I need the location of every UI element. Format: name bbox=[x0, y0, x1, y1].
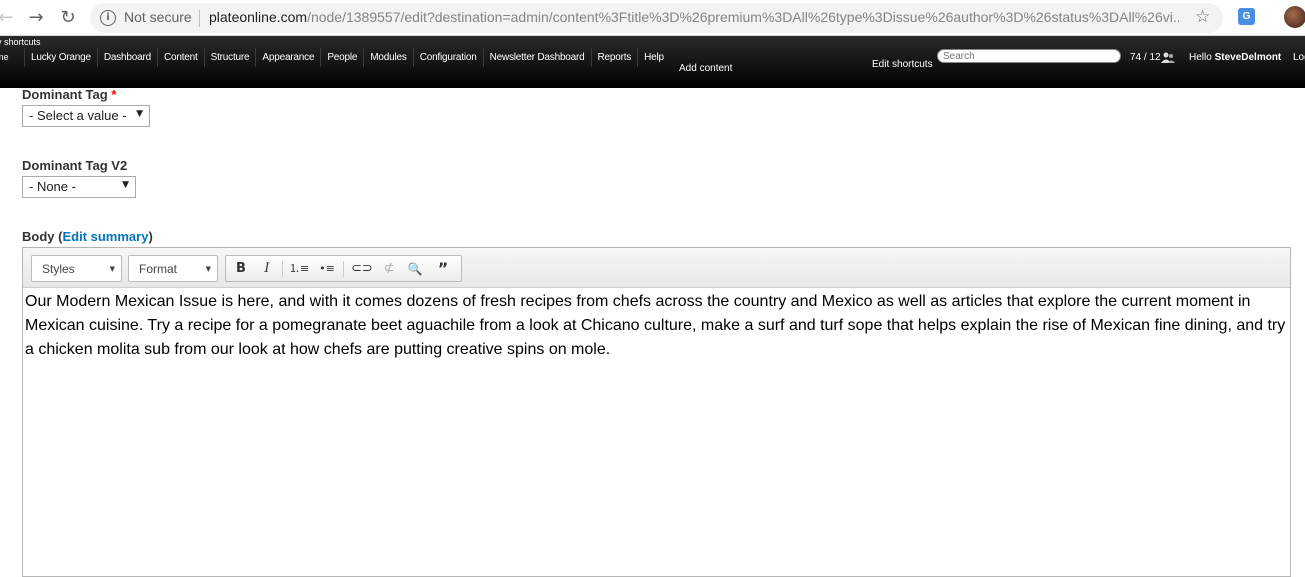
hello-user: Hello SteveDelmont bbox=[1189, 52, 1281, 63]
forward-icon[interactable]: → bbox=[24, 6, 48, 30]
node-edit-form: Dominant Tag * - Select a value - ▼ Domi… bbox=[0, 87, 1305, 577]
menu-item-dashboard[interactable]: Dashboard bbox=[96, 48, 157, 67]
body-label-prefix: Body ( bbox=[22, 229, 63, 244]
format-label: Format bbox=[139, 262, 178, 276]
edit-shortcuts-link[interactable]: Edit shortcuts bbox=[872, 59, 933, 70]
edit-summary-link[interactable]: Edit summary bbox=[62, 229, 148, 244]
dominant-tag-label-text: Dominant Tag bbox=[22, 87, 108, 102]
menu-item-people[interactable]: People bbox=[320, 48, 363, 67]
menu-item-modules[interactable]: Modules bbox=[363, 48, 412, 67]
admin-toolbar: v shortcuts me Lucky Orange Dashboard Co… bbox=[0, 36, 1305, 88]
dominant-tag-select[interactable]: - Select a value - ▼ bbox=[22, 105, 150, 127]
dominant-tag-v2-value: - None - bbox=[29, 179, 76, 194]
format-dropdown[interactable]: Format ▼ bbox=[128, 255, 218, 282]
online-user-count: 74 / 12 bbox=[1130, 52, 1161, 63]
italic-icon[interactable]: I bbox=[257, 259, 277, 279]
reload-icon[interactable]: ↻ bbox=[56, 6, 80, 30]
dominant-tag-value: - Select a value - bbox=[29, 108, 127, 123]
bulleted-list-icon[interactable]: •≡ bbox=[317, 259, 337, 279]
bookmark-star-icon[interactable]: ☆ bbox=[1195, 7, 1210, 27]
home-link[interactable]: me bbox=[0, 52, 9, 62]
bold-icon[interactable]: B bbox=[231, 259, 251, 279]
username-link[interactable]: SteveDelmont bbox=[1215, 52, 1282, 63]
translate-extension-icon[interactable]: G bbox=[1238, 8, 1255, 25]
body-label-suffix: ) bbox=[148, 229, 153, 244]
formatting-buttons: B I ⒈≡ •≡ ⊂⊃ ⊄ 🔍 ” bbox=[225, 255, 462, 282]
editor-toolbar: Styles ▼ Format ▼ B I ⒈≡ •≡ ⊂⊃ ⊄ 🔍 ” bbox=[23, 248, 1290, 288]
add-content-link[interactable]: Add content bbox=[679, 63, 732, 74]
menu-item-newsletter-dashboard[interactable]: Newsletter Dashboard bbox=[482, 48, 591, 67]
menu-item-help[interactable]: Help bbox=[637, 48, 670, 67]
info-icon[interactable]: i bbox=[100, 10, 116, 26]
security-label: Not secure bbox=[124, 9, 192, 25]
menu-item-configuration[interactable]: Configuration bbox=[412, 48, 483, 67]
menu-item-reports[interactable]: Reports bbox=[590, 48, 638, 67]
numbered-list-icon[interactable]: ⒈≡ bbox=[289, 259, 309, 279]
back-icon[interactable]: ← bbox=[0, 6, 18, 30]
required-mark: * bbox=[111, 87, 117, 102]
unlink-icon[interactable]: ⊄ bbox=[379, 259, 399, 279]
menu-item-lucky-orange[interactable]: Lucky Orange bbox=[24, 48, 97, 67]
url-path: /node/1389557/edit?destination=admin/con… bbox=[307, 9, 1179, 25]
blockquote-icon[interactable]: ” bbox=[433, 259, 453, 279]
toolbar-separator bbox=[282, 261, 283, 277]
editor-body[interactable]: Our Modern Mexican Issue is here, and wi… bbox=[23, 288, 1290, 364]
menu-item-appearance[interactable]: Appearance bbox=[255, 48, 320, 67]
chevron-down-icon: ▼ bbox=[205, 265, 211, 273]
styles-dropdown[interactable]: Styles ▼ bbox=[31, 255, 122, 282]
menu-item-content[interactable]: Content bbox=[156, 48, 204, 67]
logout-link[interactable]: Log bbox=[1293, 52, 1305, 63]
dominant-tag-v2-select[interactable]: - None - ▼ bbox=[22, 176, 136, 198]
chevron-down-icon: ▼ bbox=[109, 265, 115, 273]
address-separator bbox=[199, 10, 200, 27]
chevron-down-icon: ▼ bbox=[136, 109, 143, 119]
profile-avatar[interactable] bbox=[1284, 6, 1305, 28]
toolbar-separator bbox=[343, 261, 344, 277]
menu-item-structure[interactable]: Structure bbox=[203, 48, 256, 67]
admin-menu: Lucky Orange Dashboard Content Structure… bbox=[24, 48, 670, 67]
hello-prefix: Hello bbox=[1189, 52, 1215, 63]
url-text[interactable]: plateonline.com/node/1389557/edit?destin… bbox=[209, 9, 1179, 25]
show-shortcuts-link[interactable]: v shortcuts bbox=[0, 37, 41, 47]
body-label: Body (Edit summary) bbox=[22, 229, 153, 244]
browser-chrome: ← → ↻ i Not secure plateonline.com/node/… bbox=[0, 0, 1305, 36]
body-editor: Styles ▼ Format ▼ B I ⒈≡ •≡ ⊂⊃ ⊄ 🔍 ” Our… bbox=[22, 247, 1291, 577]
admin-search-input[interactable] bbox=[937, 49, 1121, 63]
users-icon bbox=[1161, 52, 1175, 63]
dominant-tag-label: Dominant Tag * bbox=[22, 87, 116, 102]
chevron-down-icon: ▼ bbox=[122, 180, 129, 190]
styles-label: Styles bbox=[42, 262, 75, 276]
link-icon[interactable]: ⊂⊃ bbox=[351, 259, 373, 279]
url-host: plateonline.com bbox=[209, 9, 308, 25]
dominant-tag-v2-label: Dominant Tag V2 bbox=[22, 158, 128, 173]
address-bar[interactable]: i Not secure plateonline.com/node/138955… bbox=[90, 3, 1223, 33]
preview-icon[interactable]: 🔍 bbox=[405, 259, 425, 279]
